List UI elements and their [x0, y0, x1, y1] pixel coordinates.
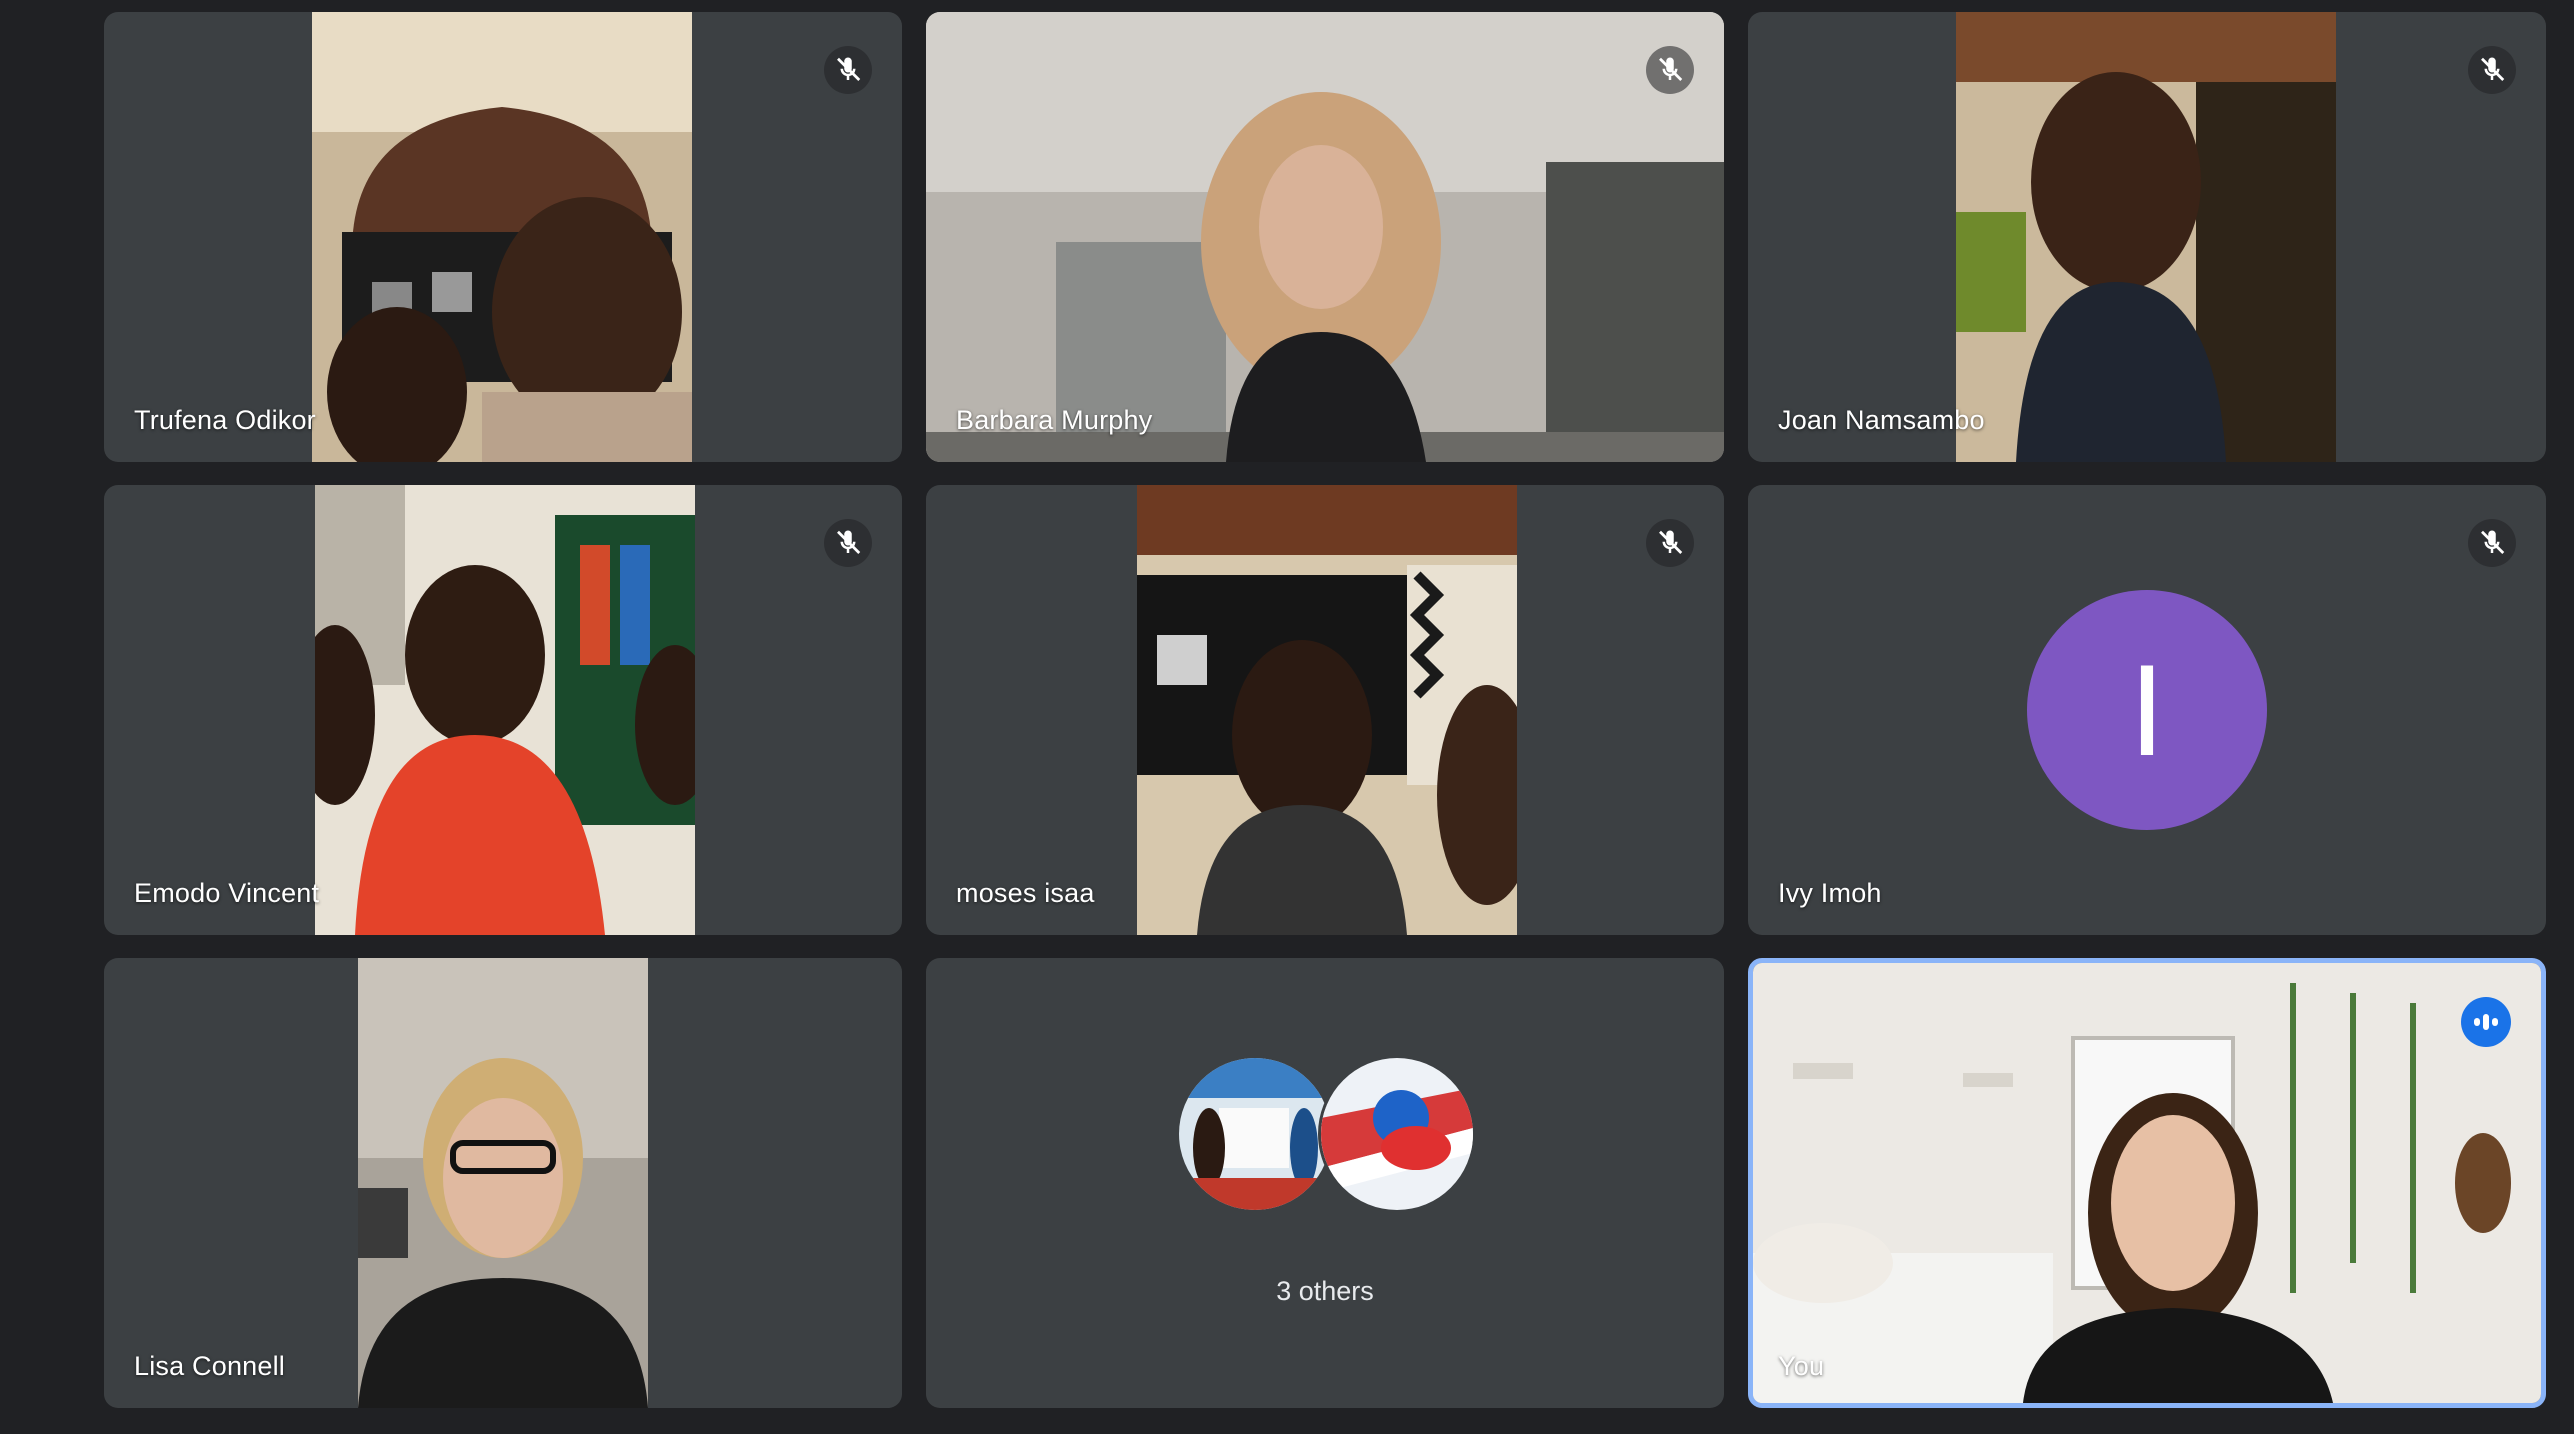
- video-feed: [1956, 12, 2336, 462]
- avatar: [1318, 1055, 1476, 1213]
- participant-name: Lisa Connell: [134, 1351, 285, 1381]
- self-tile[interactable]: You: [1748, 958, 2546, 1408]
- video-feed: [312, 12, 692, 462]
- self-name: You: [1778, 1351, 1825, 1381]
- video-feed: [358, 958, 648, 1408]
- participant-tile-moses[interactable]: moses isaa: [926, 485, 1724, 935]
- participant-tile-joan[interactable]: Joan Namsambo: [1748, 12, 2546, 462]
- mic-off-icon: [1646, 46, 1694, 94]
- mic-off-icon: [824, 519, 872, 567]
- participant-name: Joan Namsambo: [1778, 405, 1985, 435]
- video-feed: [1137, 485, 1517, 935]
- mic-off-icon: [2468, 519, 2516, 567]
- participant-name: Emodo Vincent: [134, 878, 320, 908]
- avatar: I: [2027, 590, 2267, 830]
- mic-off-icon: [824, 46, 872, 94]
- avatar: [1176, 1055, 1334, 1213]
- audio-level-icon: [2461, 997, 2511, 1047]
- participant-tile-ivy[interactable]: I Ivy Imoh: [1748, 485, 2546, 935]
- participant-name: Ivy Imoh: [1778, 878, 1882, 908]
- participant-tile-lisa[interactable]: Lisa Connell: [104, 958, 902, 1408]
- others-count-label: 3 others: [1276, 1276, 1374, 1306]
- participant-name: Barbara Murphy: [956, 405, 1153, 435]
- participant-tile-emodo[interactable]: Emodo Vincent: [104, 485, 902, 935]
- video-feed: [1753, 963, 2541, 1403]
- video-feed: [926, 12, 1724, 462]
- mic-off-icon: [1646, 519, 1694, 567]
- video-feed: [315, 485, 695, 935]
- participant-tile-trufena[interactable]: Trufena Odikor: [104, 12, 902, 462]
- participant-tile-barbara[interactable]: Barbara Murphy: [926, 12, 1724, 462]
- mic-off-icon: [2468, 46, 2516, 94]
- others-tile[interactable]: 3 others: [926, 958, 1724, 1408]
- participant-name: Trufena Odikor: [134, 405, 316, 435]
- participant-name: moses isaa: [956, 878, 1095, 908]
